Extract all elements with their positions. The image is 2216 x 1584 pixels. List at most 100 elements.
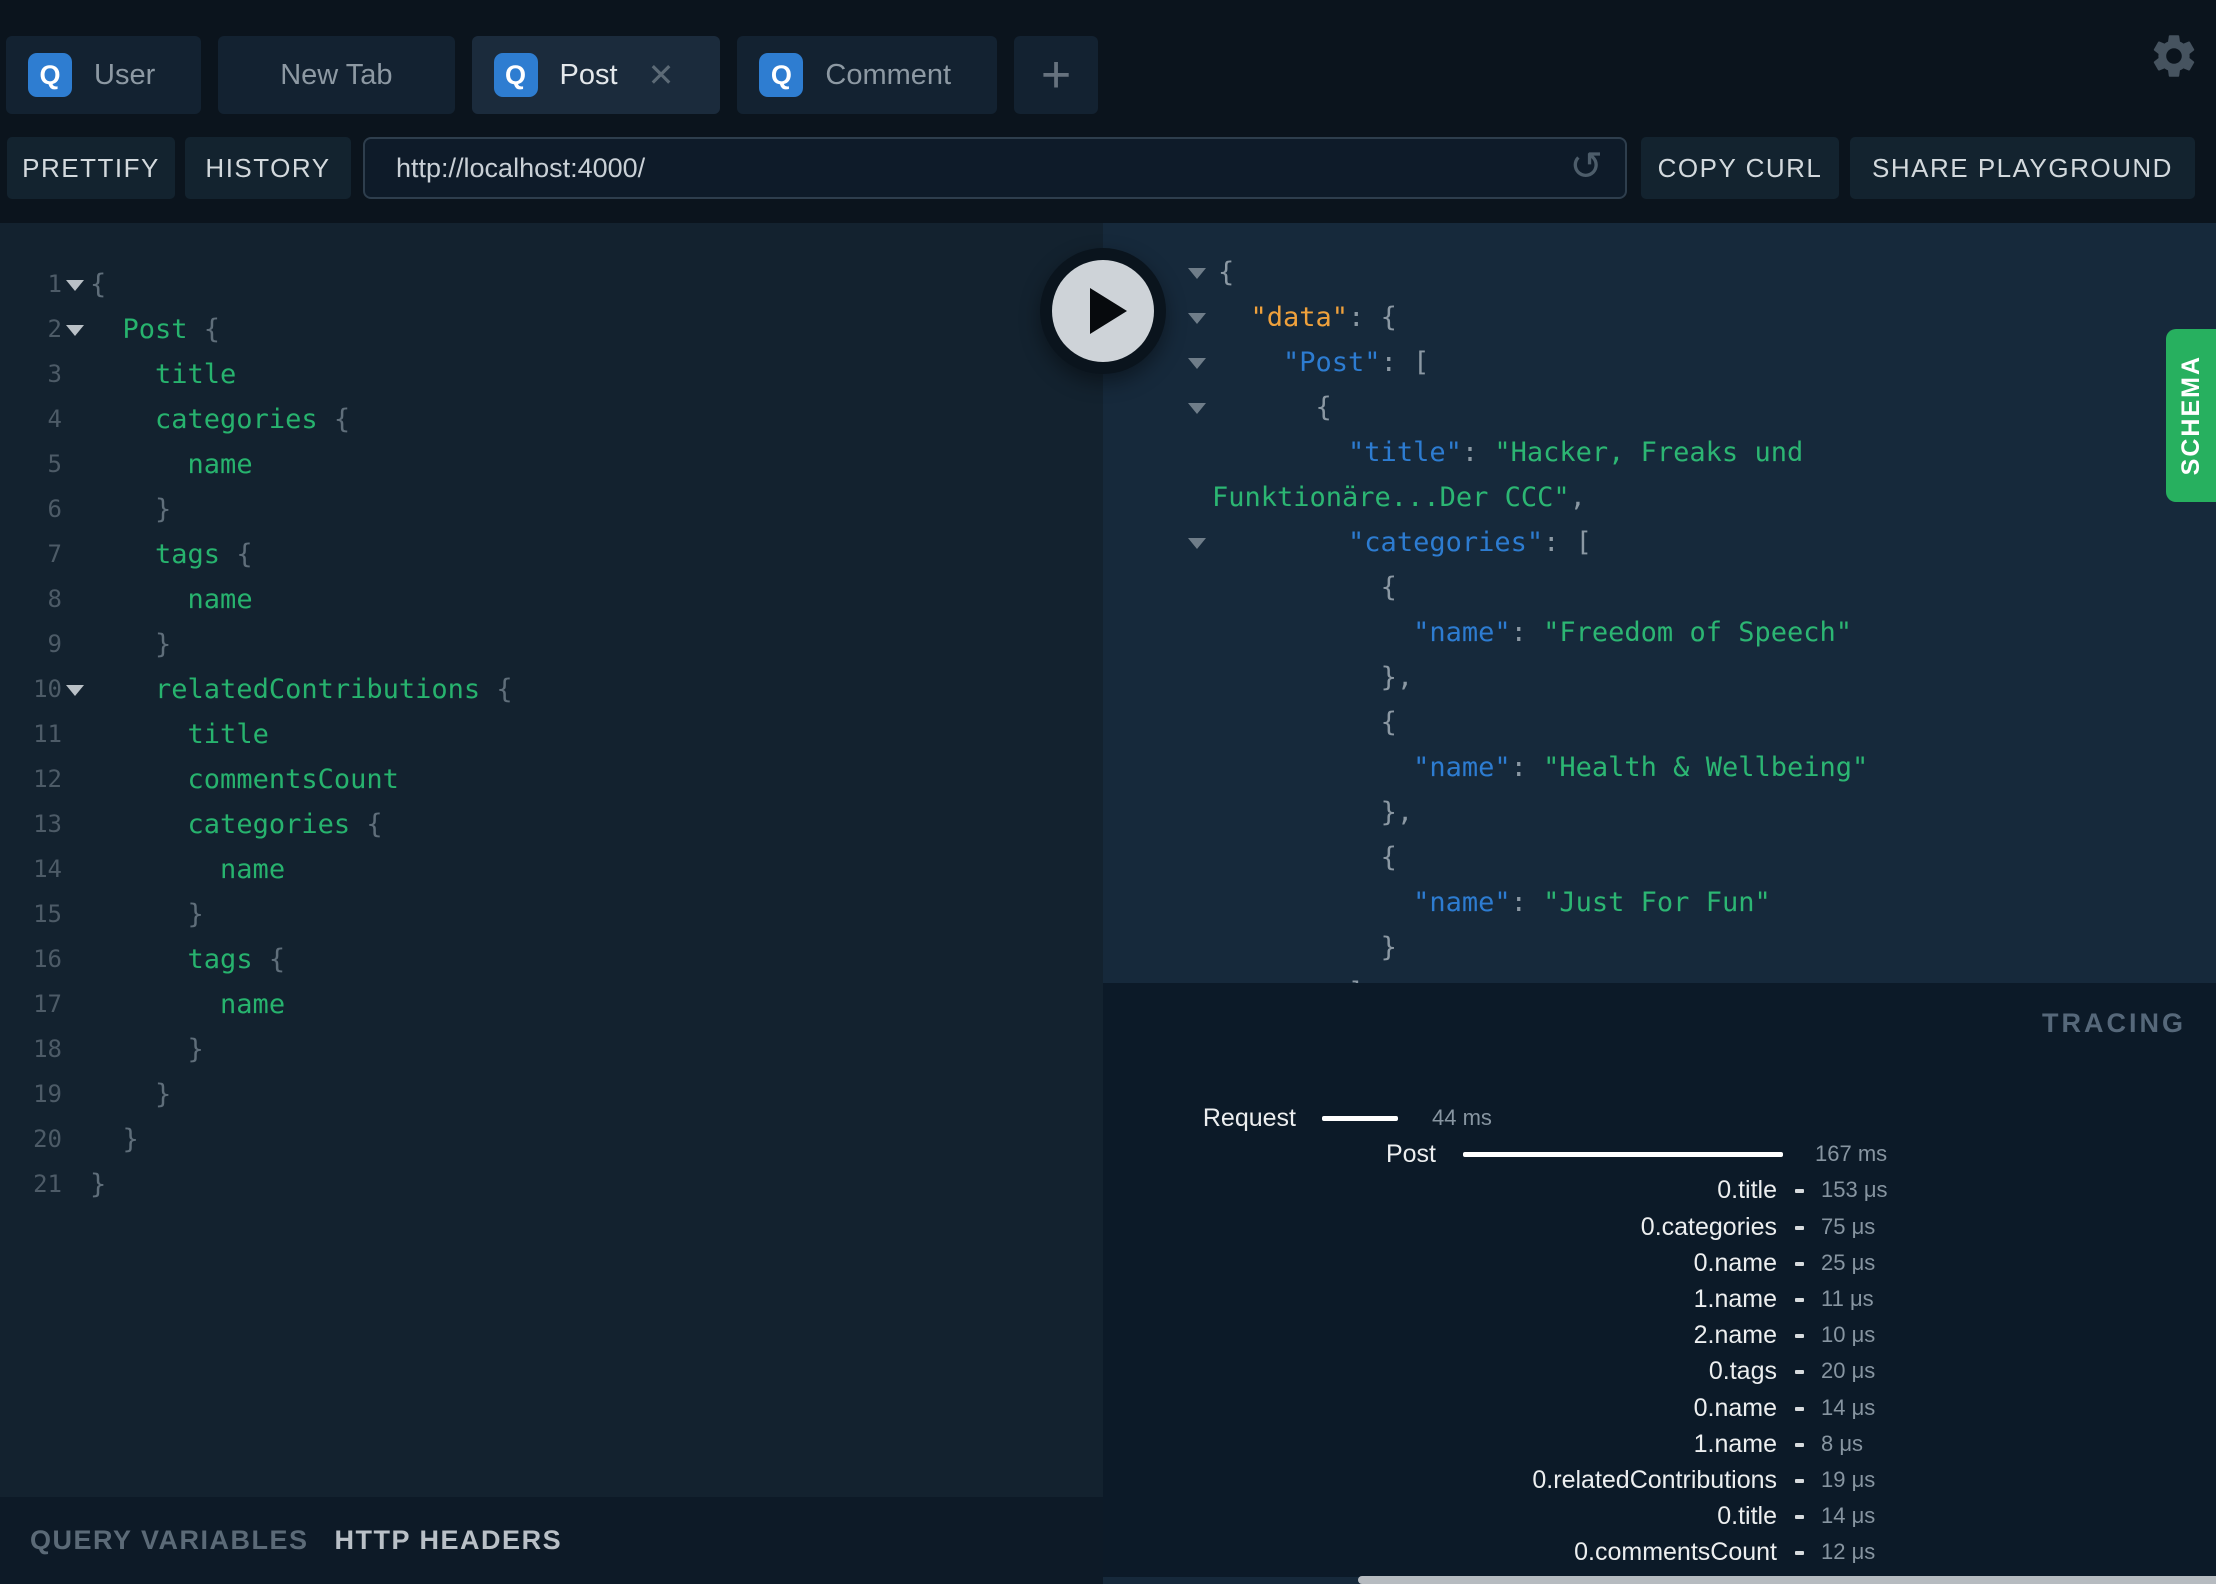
editor-line: 1{ (0, 262, 1103, 307)
history-button[interactable]: HISTORY (185, 137, 351, 199)
trace-row: Post 167 ms (1103, 1138, 2216, 1170)
fold-arrow-icon[interactable] (66, 280, 84, 291)
editor-line: 3 title (0, 352, 1103, 397)
trace-duration-value: 44 ms (1432, 1105, 1492, 1130)
trace-duration-tick (1795, 1479, 1804, 1483)
code-text: }, (1380, 662, 1414, 693)
code-text: name (220, 989, 286, 1020)
tab-post[interactable]: Q Post ✕ (471, 36, 721, 114)
code-text: { (1380, 572, 1397, 603)
schema-side-tab-label: SCHEMA (2176, 355, 2205, 476)
line-number: 18 (33, 1035, 62, 1063)
code-text: "title": "Hacker, Freaks und (1348, 437, 1804, 468)
settings-gear-icon (2148, 35, 2200, 86)
code-text: } (187, 1034, 204, 1065)
schema-side-tab[interactable]: SCHEMA (2166, 329, 2216, 502)
trace-duration-bar (1322, 1116, 1398, 1121)
trace-label: 0.name (1693, 1394, 1777, 1422)
trace-duration-value: 8 μs (1821, 1431, 1864, 1456)
fold-arrow-icon[interactable] (66, 685, 84, 696)
horizontal-scrollbar[interactable] (1358, 1576, 2216, 1584)
line-number: 10 (33, 675, 62, 703)
line-number: 2 (47, 315, 62, 343)
fold-arrow-icon[interactable] (1188, 538, 1206, 549)
new-tab-button[interactable]: + (1014, 36, 1099, 114)
trace-label: Request (1202, 1104, 1296, 1132)
fold-arrow-icon[interactable] (1188, 358, 1206, 369)
response-pane[interactable]: { "data": { "Post": [ { "title": "Hacker… (1103, 223, 2216, 1584)
fold-arrow-icon[interactable] (1188, 403, 1206, 414)
copy-curl-button[interactable]: COPY CURL (1641, 137, 1839, 199)
line-number: 9 (47, 630, 62, 658)
trace-duration-value: 14 μs (1821, 1503, 1876, 1528)
response-line: { (1103, 250, 2216, 295)
line-number: 6 (47, 495, 62, 523)
line-number: 4 (47, 405, 62, 433)
trace-row: 0.name 25 μs (1103, 1247, 2216, 1279)
query-editor-pane[interactable]: 1{2 Post {3 title 4 categories {5 name 6 }… (0, 223, 1103, 1584)
editor-line: 19 } (0, 1072, 1103, 1117)
code-text: "name": "Health & Wellbeing" (1413, 752, 1869, 783)
line-number: 13 (33, 810, 62, 838)
tab-user[interactable]: Q User (6, 36, 202, 114)
code-text: { (1380, 707, 1397, 738)
code-text: } (155, 494, 172, 525)
trace-duration-tick (1795, 1189, 1804, 1193)
query-variables-tab[interactable]: QUERY VARIABLES (30, 1525, 309, 1556)
editor-footer: QUERY VARIABLES HTTP HEADERS (0, 1497, 1103, 1584)
code-text: tags { (155, 539, 253, 570)
response-line: { (1103, 565, 2216, 610)
trace-row: Request 44 ms (1103, 1102, 2216, 1134)
editor-line: 9 } (0, 622, 1103, 667)
line-number: 17 (33, 990, 62, 1018)
tab-comment[interactable]: Q Comment (737, 36, 998, 114)
query-badge: Q (28, 53, 72, 97)
trace-label: 0.title (1717, 1176, 1777, 1204)
code-text: tags { (187, 944, 286, 975)
trace-label: 1.name (1693, 1285, 1777, 1313)
endpoint-url-input[interactable] (363, 137, 1627, 199)
reload-schema-icon[interactable]: ↺ (1569, 146, 1603, 186)
share-playground-button[interactable]: SHARE PLAYGROUND (1850, 137, 2195, 199)
editor-line: 15 } (0, 892, 1103, 937)
trace-label: 0.tags (1708, 1357, 1777, 1385)
prettify-button[interactable]: PRETTIFY (7, 137, 175, 199)
trace-duration-value: 25 μs (1821, 1250, 1876, 1275)
trace-label: 2.name (1693, 1321, 1777, 1349)
editor-line: 13 categories { (0, 802, 1103, 847)
fold-arrow-icon[interactable] (66, 325, 84, 336)
editor-line: 12 commentsCount (0, 757, 1103, 802)
trace-label: 0.relatedContributions (1532, 1466, 1777, 1494)
editor-line: 11 title (0, 712, 1103, 757)
trace-duration-tick (1795, 1407, 1804, 1411)
trace-duration-bar (1463, 1152, 1783, 1157)
execute-query-button-circle (1052, 260, 1154, 362)
line-number: 8 (47, 585, 62, 613)
response-line: "title": "Hacker, Freaks und (1103, 430, 2216, 475)
execute-query-button[interactable] (1040, 248, 1166, 374)
response-line: "name": "Just For Fun" (1103, 880, 2216, 925)
tracing-panel: TRACING Request 44 ms Post 167 ms 0.title 153… (1103, 983, 2216, 1577)
trace-duration-tick (1795, 1298, 1804, 1302)
editor-line: 7 tags { (0, 532, 1103, 577)
trace-duration-value: 12 μs (1821, 1539, 1876, 1564)
tab-label: New Tab (280, 58, 393, 91)
http-headers-tab[interactable]: HTTP HEADERS (335, 1525, 563, 1556)
tab-new-tab[interactable]: New Tab (218, 36, 455, 114)
settings-button[interactable] (2148, 30, 2200, 82)
close-tab-icon[interactable]: ✕ (648, 59, 675, 91)
trace-duration-tick (1795, 1226, 1804, 1230)
code-text: } (155, 629, 172, 660)
response-lines: { "data": { "Post": [ { "title": "Hacker… (1103, 250, 2216, 1015)
response-line: Funktionäre...Der CCC", (1103, 475, 2216, 520)
toolbar: PRETTIFY HISTORY ↺ COPY CURL SHARE PLAYG… (0, 137, 2216, 199)
line-number: 12 (33, 765, 62, 793)
line-number: 3 (47, 360, 62, 388)
code-text: }, (1380, 797, 1414, 828)
fold-arrow-icon[interactable] (1188, 313, 1206, 324)
response-line: } (1103, 925, 2216, 970)
trace-row: 1.name 11 μs (1103, 1283, 2216, 1315)
fold-arrow-icon[interactable] (1188, 268, 1206, 279)
line-number: 19 (33, 1080, 62, 1108)
editor-line: 14 name (0, 847, 1103, 892)
